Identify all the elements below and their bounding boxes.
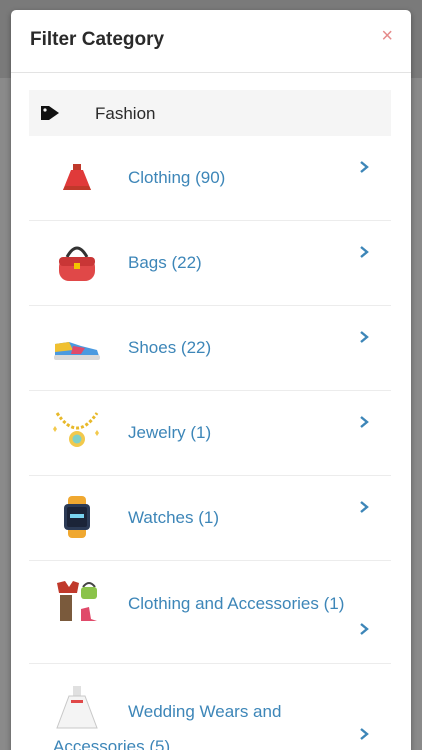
chevron-right-icon (360, 246, 369, 258)
category-item-clothing-and-accessories[interactable]: Clothing and Accessories (1) (29, 561, 391, 664)
handbag-icon (59, 246, 95, 281)
chevron-right-icon (360, 331, 369, 343)
close-button[interactable]: × (381, 26, 393, 46)
chevron-right-icon (360, 161, 369, 173)
modal-header: Filter Category × (11, 10, 411, 73)
filter-category-modal: Filter Category × Fashion Clothing (90) (11, 10, 411, 750)
parent-category-row[interactable]: Fashion (29, 90, 391, 136)
sneaker-icon (54, 342, 100, 360)
category-item-watches[interactable]: Watches (1) (29, 476, 391, 561)
category-label: Watches (1) (128, 508, 220, 527)
chevron-right-icon (360, 728, 369, 740)
category-item-shoes[interactable]: Shoes (22) (29, 306, 391, 391)
watch-icon (64, 496, 90, 538)
category-label: Bags (22) (128, 253, 202, 272)
dress-icon (63, 164, 91, 190)
parent-category-label: Fashion (95, 104, 156, 123)
category-item-jewelry[interactable]: Jewelry (1) (29, 391, 391, 476)
category-label: Clothing and Accessories (1) (128, 594, 345, 613)
category-label: Shoes (22) (128, 338, 212, 357)
category-item-wedding-wears-and-accessories[interactable]: Wedding Wears and Accessories (5) (29, 664, 391, 750)
category-label: Wedding Wears and Accessories (5) (53, 702, 282, 750)
chevron-right-icon (360, 416, 369, 428)
chevron-right-icon (360, 623, 369, 635)
category-label: Jewelry (1) (128, 423, 212, 442)
category-item-clothing[interactable]: Clothing (90) (29, 136, 391, 221)
tag-icon (41, 106, 59, 120)
necklace-icon (53, 412, 99, 447)
outfit-icon (57, 581, 97, 621)
category-label: Clothing (90) (128, 168, 226, 187)
category-list: Clothing (90) Bags (22) Shoes (22) Jewel… (29, 136, 391, 750)
modal-title: Filter Category (30, 29, 165, 50)
category-item-bags[interactable]: Bags (22) (29, 221, 391, 306)
chevron-right-icon (360, 501, 369, 513)
